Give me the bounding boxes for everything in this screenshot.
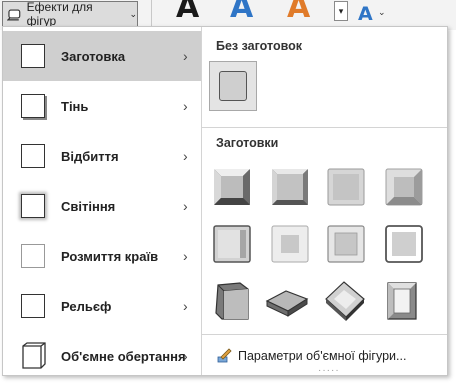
menu-item-reflection[interactable]: Відбиття › [3, 131, 201, 181]
wordart-style-blue[interactable]: A [230, 0, 253, 25]
preset-gallery: Без заготовок Заготовки Параметри об'ємн… [202, 27, 447, 376]
chevron-right-icon: › [183, 248, 188, 264]
no-presets-title: Без заготовок [216, 39, 302, 53]
shape-effects-button[interactable]: Ефекти для фігур ⌄ [2, 0, 138, 28]
no-preset-swatch [219, 71, 247, 101]
menu-item-label: Тінь [61, 98, 89, 114]
preset-icon [21, 44, 45, 68]
3d-options-label: Параметри об'ємної фігури... [238, 349, 407, 363]
shadow-icon [21, 94, 45, 118]
resize-grip[interactable]: ····· [318, 365, 340, 376]
glow-icon [21, 194, 45, 218]
shape-effects-label: Ефекти для фігур [26, 0, 93, 28]
menu-item-3d-rotation[interactable]: Об'ємне обертання › [3, 331, 201, 381]
soft-edges-icon [21, 244, 45, 268]
preset-cool-slant[interactable] [384, 167, 424, 207]
wordart-gallery-more-button[interactable]: ▾ [334, 1, 348, 21]
menu-item-label: Заготовка [61, 48, 126, 64]
menu-item-label: Розмиття країв [61, 248, 159, 264]
menu-item-label: Об'ємне обертання [61, 348, 186, 364]
chevron-down-icon: ⌄ [129, 8, 137, 19]
preset-convex[interactable] [326, 224, 366, 264]
chevron-right-icon: › [183, 298, 188, 314]
preset-hard-edge[interactable] [322, 279, 368, 323]
no-preset-option[interactable] [209, 61, 257, 111]
wordart-style-black[interactable]: A [176, 0, 199, 25]
preset-art-deco[interactable] [382, 279, 422, 323]
menu-item-glow[interactable]: Світіння › [3, 181, 201, 231]
3d-options-icon [217, 348, 232, 363]
chevron-right-icon: › [183, 198, 188, 214]
chevron-right-icon: › [183, 348, 188, 364]
wordart-style-orange[interactable]: A [287, 0, 310, 25]
preset-angle[interactable] [212, 224, 252, 264]
chevron-right-icon: › [183, 148, 188, 164]
bevel-icon [21, 294, 45, 318]
menu-item-bevel[interactable]: Рельєф › [3, 281, 201, 331]
preset-slope[interactable] [384, 224, 424, 264]
preset-circle[interactable] [212, 167, 252, 207]
menu-item-soft-edges[interactable]: Розмиття країв › [3, 231, 201, 281]
preset-riblet[interactable] [264, 285, 310, 319]
menu-item-label: Відбиття [61, 148, 119, 164]
chevron-right-icon: › [183, 48, 188, 64]
chevron-down-icon[interactable]: ⌄ [378, 7, 386, 18]
chevron-right-icon: › [183, 98, 188, 114]
effects-list: Заготовка › Тінь › Відбиття › Світіння ›… [3, 27, 201, 375]
shape-effects-menu: Заготовка › Тінь › Відбиття › Світіння ›… [2, 26, 448, 376]
preset-relaxed-inset[interactable] [270, 167, 310, 207]
menu-item-preset[interactable]: Заготовка › [3, 31, 201, 81]
reflection-icon [21, 144, 45, 168]
menu-item-label: Рельєф [61, 298, 112, 314]
menu-item-label: Світіння [61, 198, 116, 214]
3d-options-link[interactable]: Параметри об'ємної фігури... [216, 348, 406, 364]
text-effects-button[interactable]: A [358, 3, 373, 25]
section-divider [202, 127, 447, 128]
preset-soft-round[interactable] [270, 224, 310, 264]
shape-effects-icon [7, 9, 21, 21]
3d-rotation-icon [22, 342, 46, 369]
section-divider [202, 334, 447, 335]
presets-title: Заготовки [216, 136, 279, 150]
preset-cross[interactable] [326, 167, 366, 207]
menu-item-shadow[interactable]: Тінь › [3, 81, 201, 131]
preset-divot[interactable] [210, 279, 254, 323]
